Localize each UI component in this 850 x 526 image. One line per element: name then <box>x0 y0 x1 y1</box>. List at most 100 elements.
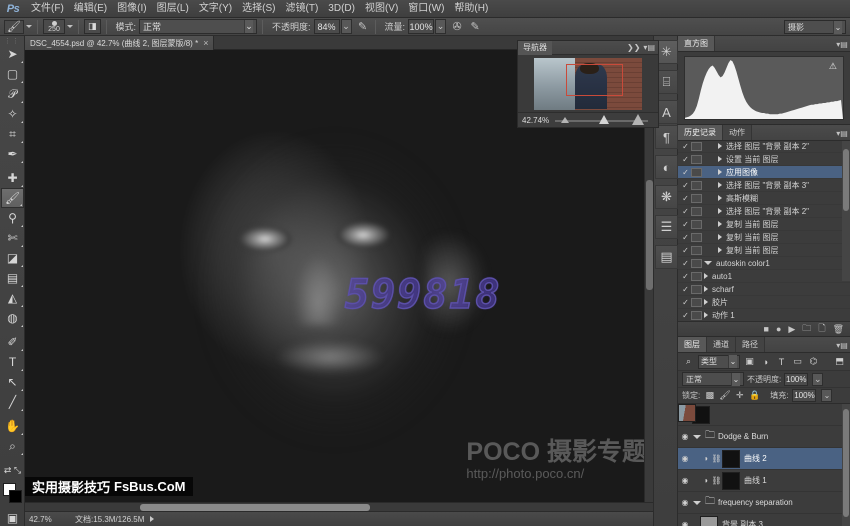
blur-tool[interactable]: ◭ <box>1 288 24 308</box>
dialog-toggle-box[interactable] <box>691 285 702 294</box>
collapse-icon[interactable]: ❯❯ <box>627 43 640 52</box>
menu-item-3d[interactable]: 3D(D) <box>323 0 360 18</box>
menu-item-edit[interactable]: 编辑(E) <box>69 0 112 18</box>
chevron-right-icon[interactable] <box>718 182 722 188</box>
document-tab[interactable]: DSC_4554.psd @ 42.7% (曲线 2, 图层蒙版/8) * × <box>25 36 214 50</box>
layer-row[interactable]: ◉🗀frequency separation <box>678 492 850 514</box>
navigator-preview[interactable] <box>518 55 658 112</box>
histogram-warning-icon[interactable]: ⚠ <box>829 61 837 72</box>
lasso-tool[interactable]: 𝒫 <box>1 84 24 104</box>
type-tool[interactable]: T <box>1 352 24 372</box>
dialog-toggle-box[interactable] <box>691 311 702 320</box>
path-selection-tool[interactable]: ↖ <box>1 372 24 392</box>
menu-item-window[interactable]: 窗口(W) <box>403 0 449 18</box>
lock-all-icon[interactable]: 🔒 <box>749 390 760 401</box>
chevron-right-icon[interactable] <box>704 273 708 279</box>
check-icon[interactable]: ✓ <box>680 168 691 177</box>
flow-pressure-icon[interactable]: ✎ <box>468 20 482 34</box>
eye-icon[interactable]: ◉ <box>678 476 692 485</box>
tablet-pressure-size-toggle[interactable]: ◨ <box>84 19 101 34</box>
status-menu-arrow-icon[interactable] <box>150 516 154 522</box>
history-row[interactable]: ✓复制 当前 图层 <box>678 231 850 244</box>
chevron-right-icon[interactable] <box>718 195 722 201</box>
dialog-toggle-box[interactable] <box>691 207 702 216</box>
layer-row[interactable]: ◉背景 副本 3 <box>678 514 850 526</box>
chevron-right-icon[interactable] <box>704 286 708 292</box>
chevron-right-icon[interactable] <box>704 312 708 318</box>
color-swatches[interactable] <box>1 482 24 506</box>
menu-item-view[interactable]: 视图(V) <box>360 0 403 18</box>
navigator-zoom-slider[interactable] <box>555 115 648 125</box>
chevron-down-icon[interactable] <box>26 25 32 28</box>
menu-item-select[interactable]: 选择(S) <box>237 0 280 18</box>
menu-item-layer[interactable]: 图层(L) <box>152 0 194 18</box>
chevron-right-icon[interactable] <box>718 221 722 227</box>
stop-icon[interactable]: ■ <box>764 324 769 334</box>
eraser-tool[interactable]: ◪ <box>1 248 24 268</box>
history-row[interactable]: ✓动作 1 <box>678 309 850 321</box>
properties-rail-icon[interactable]: ▤ <box>655 245 678 269</box>
history-row[interactable]: ✓autoskin color1 <box>678 257 850 270</box>
history-row[interactable]: ✓选择 图层 "背景 副本 3" <box>678 179 850 192</box>
menu-item-file[interactable]: 文件(F) <box>26 0 69 18</box>
layer-fill-input[interactable]: 100% <box>792 389 816 402</box>
navigator-zoom-value[interactable]: 42.74% <box>522 116 549 125</box>
menu-item-filter[interactable]: 滤镜(T) <box>281 0 324 18</box>
opacity-slider-button[interactable]: ⌄ <box>341 19 352 34</box>
quick-mask-toggle[interactable]: ▣ <box>1 508 24 526</box>
styles-rail-icon[interactable]: ❋ <box>655 185 678 209</box>
tab-actions[interactable]: 动作 <box>723 125 752 140</box>
menu-item-help[interactable]: 帮助(H) <box>449 0 493 18</box>
dialog-toggle-box[interactable] <box>691 272 702 281</box>
layer-blend-mode-select[interactable]: 正常 ⌄ <box>682 372 744 386</box>
chevron-right-icon[interactable] <box>704 299 708 305</box>
dialog-toggle-box[interactable] <box>691 298 702 307</box>
chevron-down-icon[interactable] <box>67 25 73 28</box>
eyedropper-tool[interactable]: ✒ <box>1 144 24 164</box>
eye-icon[interactable]: ◉ <box>678 454 692 463</box>
history-row[interactable]: ✓auto1 <box>678 270 850 283</box>
brush-preset-picker[interactable]: 🖌 <box>4 20 24 34</box>
panel-menu-icon[interactable]: ▾▤ <box>836 39 848 49</box>
chevron-right-icon[interactable] <box>718 169 722 175</box>
eye-icon[interactable]: ◉ <box>678 520 692 526</box>
move-tool[interactable]: ➤ <box>1 44 24 64</box>
zoom-in-icon[interactable] <box>632 114 644 125</box>
chevron-right-icon[interactable] <box>718 234 722 240</box>
panel-menu-icon[interactable]: ▾▤ <box>836 128 848 138</box>
layers-list[interactable]: ◉◉🗀Dodge & Burn◉◑⛓曲线 2◉◑⛓曲线 1◉🗀frequency… <box>678 404 850 526</box>
history-row[interactable]: ✓高斯模糊 <box>678 192 850 205</box>
dialog-toggle-box[interactable] <box>691 220 702 229</box>
brush-tool[interactable]: 🖌 <box>1 188 24 208</box>
check-icon[interactable]: ✓ <box>680 220 691 229</box>
check-icon[interactable]: ✓ <box>680 233 691 242</box>
panel-menu-icon[interactable]: ▾▤ <box>643 43 655 52</box>
dialog-toggle-box[interactable] <box>691 246 702 255</box>
marquee-tool[interactable]: ▢ <box>1 64 24 84</box>
layer-row[interactable]: ◉◑⛓曲线 2 <box>678 448 850 470</box>
opacity-pressure-icon[interactable]: ✎ <box>356 20 370 34</box>
opacity-input[interactable]: 84% <box>314 19 340 34</box>
pixel-filter-icon[interactable]: ▣ <box>743 355 756 369</box>
check-icon[interactable]: ✓ <box>680 272 691 281</box>
chevron-down-icon[interactable] <box>692 501 702 505</box>
check-icon[interactable]: ✓ <box>680 155 691 164</box>
history-row[interactable]: ✓设置 当前 图层 <box>678 153 850 166</box>
eye-icon[interactable]: ◉ <box>678 498 692 507</box>
tab-paths[interactable]: 路径 <box>736 337 765 352</box>
history-brush-tool[interactable]: ✄ <box>1 228 24 248</box>
airbrush-icon[interactable]: ✇ <box>450 20 464 34</box>
flow-input[interactable]: 100% <box>408 19 434 34</box>
layer-opacity-input[interactable]: 100% <box>784 373 808 386</box>
pen-tool[interactable]: ✐ <box>1 332 24 352</box>
navigator-title[interactable]: 导航器 <box>518 41 552 55</box>
check-icon[interactable]: ✓ <box>680 246 691 255</box>
gradient-tool[interactable]: ▤ <box>1 268 24 288</box>
chevron-right-icon[interactable] <box>718 208 722 214</box>
tab-channels[interactable]: 通道 <box>707 337 736 352</box>
magic-wand-tool[interactable]: ✧ <box>1 104 24 124</box>
crop-tool[interactable]: ⌗ <box>1 124 24 144</box>
slider-thumb[interactable] <box>599 115 609 124</box>
zoom-out-icon[interactable] <box>561 117 569 123</box>
background-color-swatch[interactable] <box>9 490 22 503</box>
